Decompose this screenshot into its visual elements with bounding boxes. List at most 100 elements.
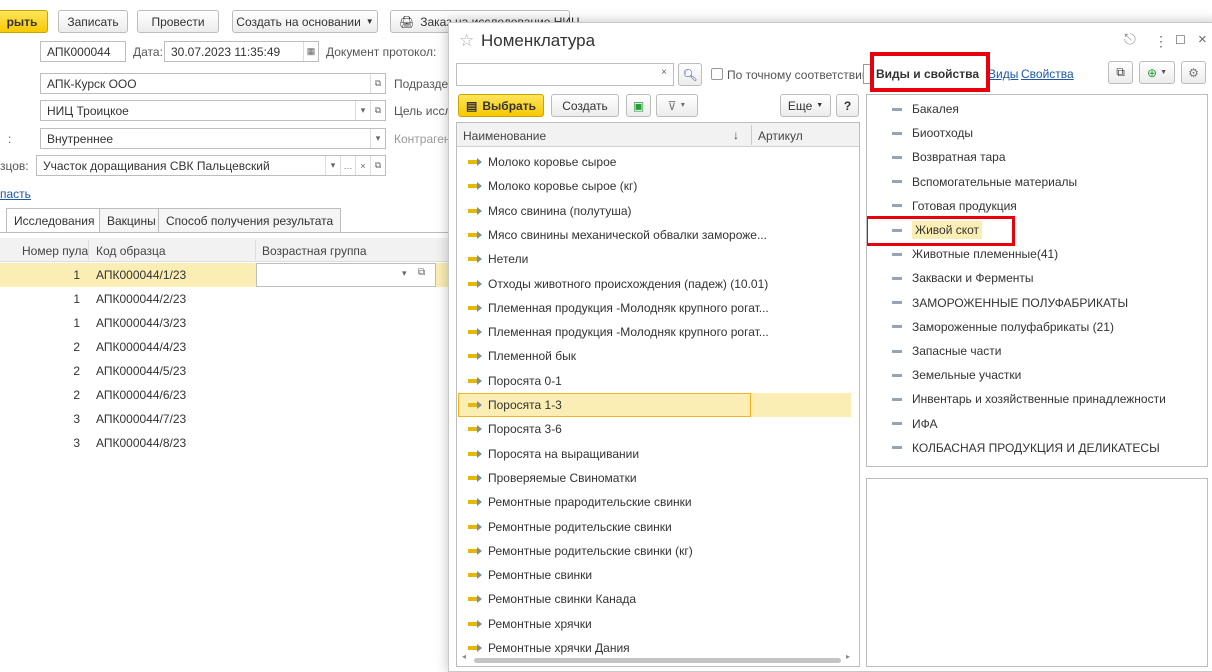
chevron-down-icon[interactable]: ▾ — [402, 268, 407, 279]
kind-label: Земельные участки — [912, 368, 1022, 383]
col-code-header[interactable]: Код образца — [96, 244, 166, 258]
post-button[interactable]: Провести — [137, 10, 219, 33]
list-item[interactable]: Ремонтные прародительские свинки — [458, 490, 851, 514]
tab-research[interactable]: Исследования — [6, 208, 103, 232]
list-item[interactable]: Поросята 3-6 — [458, 417, 851, 441]
copy-item-button[interactable]: ▣ — [626, 94, 651, 117]
scroll-left-icon[interactable]: ◂ — [462, 652, 466, 661]
maximize-icon[interactable]: ☐ — [1175, 33, 1186, 47]
open-icon[interactable]: ⧉ — [418, 267, 425, 278]
kind-item[interactable]: Возвратная тара — [867, 145, 1207, 169]
filter-button[interactable]: ⊽ ▼ — [656, 94, 698, 117]
kind-item[interactable]: Бакалея — [867, 97, 1207, 121]
list-item[interactable]: Ремонтные свинки Канада — [458, 587, 851, 611]
kind-item[interactable]: Готовая продукция — [867, 194, 1207, 218]
write-button[interactable]: Записать — [58, 10, 128, 33]
kinds-link[interactable]: Виды — [988, 67, 1018, 81]
table-row[interactable]: 2 АПК000044/6/23 — [0, 383, 448, 407]
table-row[interactable]: 1 АПК000044/2/23 — [0, 287, 448, 311]
age-group-input[interactable] — [256, 263, 436, 287]
kind-item[interactable]: ИФА — [867, 412, 1207, 436]
select-button[interactable]: ▤ Выбрать — [458, 94, 544, 117]
copy-button[interactable]: ⧉ — [1108, 61, 1133, 84]
more-icon[interactable]: … — [340, 156, 355, 175]
region-link[interactable]: пасть — [0, 187, 31, 201]
more-button[interactable]: Еще ▼ — [780, 94, 831, 117]
open-icon[interactable]: ⧉ — [370, 156, 385, 175]
kind-item[interactable]: Запасные части — [867, 339, 1207, 363]
list-item[interactable]: Поросята 0-1 — [458, 369, 851, 393]
list-item[interactable]: Поросята 1-3 — [458, 393, 851, 417]
kind-item[interactable]: Земельные участки — [867, 363, 1207, 387]
col-age-header[interactable]: Возрастная группа — [262, 244, 367, 258]
scrollbar-thumb[interactable] — [474, 658, 841, 663]
table-row[interactable]: 2 АПК000044/5/23 — [0, 359, 448, 383]
tab-vaccines[interactable]: Вакцины — [99, 208, 164, 232]
kind-item[interactable]: Биоотходы — [867, 121, 1207, 145]
kind-item[interactable]: КОЛБАСНАЯ ПРОДУКЦИЯ И ДЕЛИКАТЕСЫ — [867, 436, 1207, 460]
open-icon[interactable]: ⧉ — [370, 101, 385, 120]
list-item[interactable]: Мясо свинина (полутуша) — [458, 199, 851, 223]
list-item[interactable]: Племенная продукция -Молодняк крупного р… — [458, 296, 851, 320]
list-item[interactable]: Проверяемые Свиноматки — [458, 466, 851, 490]
open-icon[interactable]: ⧉ — [370, 74, 385, 93]
col-name-header[interactable]: Наименование — [463, 129, 546, 143]
scroll-right-icon[interactable]: ▸ — [846, 652, 850, 661]
table-row[interactable]: 2 АПК000044/4/23 — [0, 335, 448, 359]
list-item[interactable]: Молоко коровье сырое — [458, 150, 851, 174]
create-based-button[interactable]: Создать на основании ▼ — [232, 10, 378, 33]
clear-icon[interactable]: × — [355, 156, 370, 175]
col-pool-header[interactable]: Номер пула — [22, 244, 88, 258]
table-row[interactable]: 1 АПК000044/1/23 ▾ ⧉ — [0, 263, 448, 287]
chevron-down-icon[interactable]: ▾ — [370, 129, 385, 148]
settings-button[interactable]: ⚙ — [1181, 61, 1206, 84]
table-row[interactable]: 3 АПК000044/7/23 — [0, 407, 448, 431]
horizontal-scrollbar[interactable]: ◂ ▸ — [460, 652, 856, 665]
list-item[interactable]: Нетели — [458, 247, 851, 271]
list-item[interactable]: Ремонтные свинки — [458, 563, 851, 587]
list-item[interactable]: Ремонтные родительские свинки — [458, 515, 851, 539]
search-input[interactable]: × — [456, 63, 674, 86]
close-button[interactable]: рыть — [0, 10, 48, 33]
link-icon[interactable]: ⎋ — [1124, 31, 1136, 48]
add-button[interactable]: ⊕ ▼ — [1139, 61, 1175, 84]
calendar-icon[interactable]: ▦ — [303, 42, 318, 61]
col-article-header[interactable]: Артикул — [758, 129, 803, 143]
kind-item[interactable]: Инвентарь и хозяйственные принадлежности — [867, 387, 1207, 411]
organization-field[interactable]: АПК-Курск ООО ⧉ — [40, 73, 386, 94]
create-button[interactable]: Создать — [551, 94, 619, 117]
list-item[interactable]: Отходы животного происхождения (падеж) (… — [458, 272, 851, 296]
nic-field[interactable]: НИЦ Троицкое ▾ ⧉ — [40, 100, 386, 121]
star-icon[interactable]: ☆ — [459, 31, 474, 51]
samples-field[interactable]: Участок доращивания СВК Пальцевский ▾… × ⧉ — [36, 155, 386, 176]
number-field[interactable]: АПК000044 — [40, 41, 126, 62]
chevron-down-icon[interactable]: ▾ — [325, 156, 340, 175]
sort-arrow-icon[interactable]: ↓ — [733, 128, 739, 142]
chevron-down-icon[interactable]: ▾ — [355, 101, 370, 120]
tab-result-method[interactable]: Способ получения результата — [158, 208, 342, 232]
props-link[interactable]: Свойства — [1021, 67, 1074, 81]
kind-item[interactable]: ЗАМОРОЖЕННЫЕ ПОЛУФАБРИКАТЫ — [867, 291, 1207, 315]
kind-item[interactable]: Закваски и Ферменты — [867, 266, 1207, 290]
list-item[interactable]: Племенная продукция -Молодняк крупного р… — [458, 320, 851, 344]
kind-item[interactable]: Живой скот — [867, 216, 1207, 246]
kind-item[interactable]: Замороженные полуфабрикаты (21) — [867, 315, 1207, 339]
close-icon[interactable]: × — [1198, 31, 1207, 48]
kind-item[interactable]: Животные племенные(41) — [867, 242, 1207, 266]
list-item[interactable]: Ремонтные хрячки — [458, 612, 851, 636]
search-button[interactable]: 🔍︎ — [678, 63, 702, 86]
list-item[interactable]: Поросята на выращивании — [458, 442, 851, 466]
table-row[interactable]: 3 АПК000044/8/23 — [0, 431, 448, 455]
clear-icon[interactable]: × — [661, 67, 667, 78]
list-item[interactable]: Племенной бык — [458, 344, 851, 368]
help-button[interactable]: ? — [836, 94, 859, 117]
kind-item[interactable]: Вспомогательные материалы — [867, 170, 1207, 194]
type-field[interactable]: Внутреннее ▾ — [40, 128, 386, 149]
menu-icon[interactable]: ⋮ — [1154, 33, 1168, 50]
list-item[interactable]: Ремонтные родительские свинки (кг) — [458, 539, 851, 563]
date-field[interactable]: 30.07.2023 11:35:49 ▦ — [164, 41, 319, 62]
exact-match-checkbox[interactable] — [711, 68, 723, 80]
table-row[interactable]: 1 АПК000044/3/23 — [0, 311, 448, 335]
list-item[interactable]: Мясо свинины механической обвалки заморо… — [458, 223, 851, 247]
list-item[interactable]: Молоко коровье сырое (кг) — [458, 174, 851, 198]
